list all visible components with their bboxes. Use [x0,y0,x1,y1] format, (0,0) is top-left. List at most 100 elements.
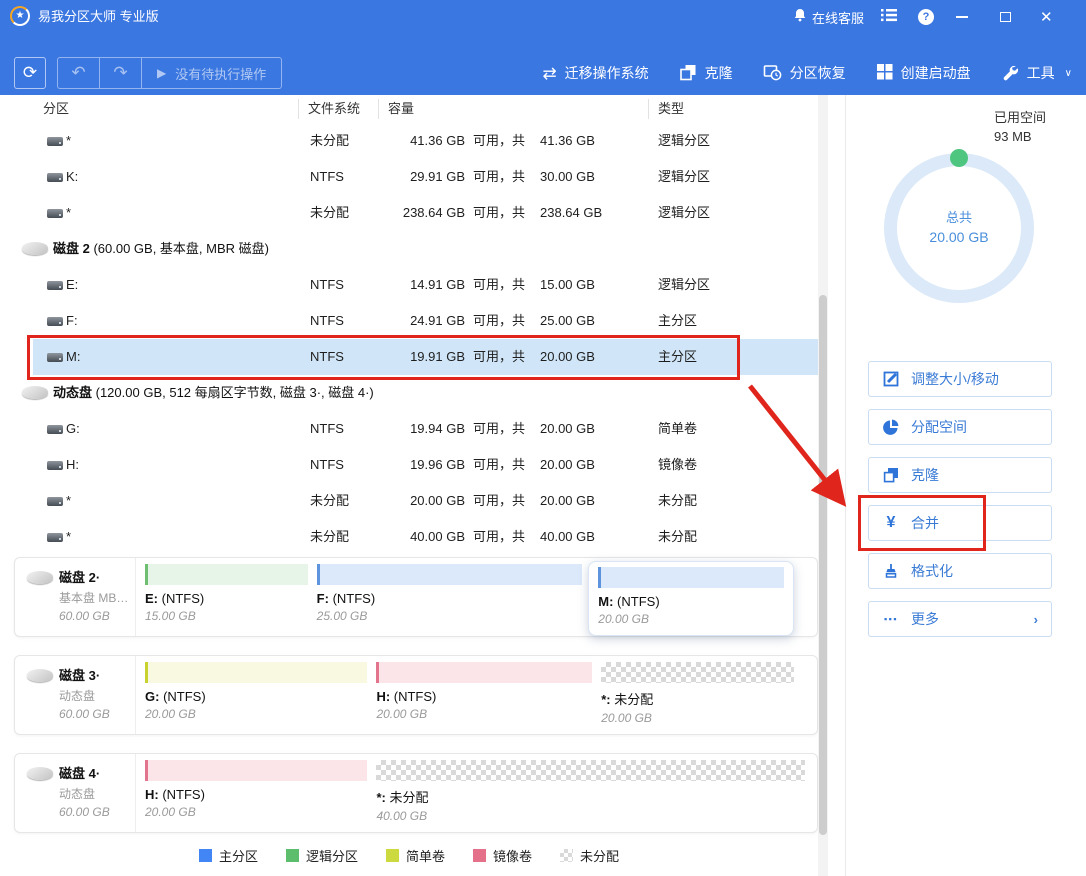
refresh-button[interactable]: ⟳ [14,57,46,89]
partition-name: * [66,483,71,519]
vertical-scrollbar[interactable] [818,95,828,876]
legend-swatch [560,849,573,862]
partition-size: 20.00 GB [145,707,367,721]
chevron-down-icon: ∨ [1065,68,1072,79]
partition-row[interactable]: *未分配40.00 GB可用，共40.00 GB未分配 [33,519,818,555]
free-capacity: 238.64 GB [365,195,465,231]
disk-kind: 动态盘 [59,687,131,704]
format-button[interactable]: 格式化 [868,553,1052,589]
help-icon: ? [918,9,934,25]
legend-item: 逻辑分区 [286,846,358,865]
legend-item: 未分配 [560,846,619,865]
disk-card: 磁盘 3·动态盘60.00 GBG: (NTFS)20.00 GBH: (NTF… [14,655,818,735]
partition-size: 20.00 GB [376,707,592,721]
undo-icon: ↶ [71,63,85,83]
disk-card-label[interactable]: 磁盘 2·基本盘 MBR...60.00 GB [15,558,136,636]
chevron-right-icon: › [1034,612,1038,627]
used-space-dot [950,149,968,167]
partition-row[interactable]: H:NTFS19.96 GB可用，共20.00 GB镜像卷 [33,447,818,483]
disk-name: 磁盘 4· [59,763,131,782]
partition-row[interactable]: K:NTFS29.91 GB可用，共30.00 GB逻辑分区 [33,159,818,195]
partition-block[interactable]: *: 未分配40.00 GB [376,760,804,824]
disk-name: 磁盘 2· [59,567,131,586]
partition-row[interactable]: *未分配41.36 GB可用，共41.36 GB逻辑分区 [33,123,818,159]
partition-size: 20.00 GB [145,805,367,819]
resize-button[interactable]: 调整大小/移动 [868,361,1052,397]
free-capacity: 24.91 GB [365,303,465,339]
more-button[interactable]: ▪▪▪更多› [868,601,1052,637]
partition-row[interactable]: E:NTFS14.91 GB可用，共15.00 GB逻辑分区 [33,267,818,303]
online-support-button[interactable]: 在线客服 [793,0,864,34]
partition-type: 逻辑分区 [658,267,710,303]
partition-block[interactable]: F: (NTFS)25.00 GB [317,564,583,628]
partition-table-header: 分区 文件系统 容量 类型 [0,95,818,123]
windows-grid-icon [876,63,893,83]
maximize-button[interactable] [1000,0,1011,34]
partition-name: K: [66,159,78,195]
partition-block[interactable]: G: (NTFS)20.00 GB [145,662,367,726]
history-group: ↶ ↷ ▶ 没有待执行操作 [57,57,282,89]
partition-bar [598,567,784,588]
partition-name: G: [66,411,80,447]
execute-operations-button[interactable]: ▶ 没有待执行操作 [142,58,281,88]
partition-label: *: 未分配 [376,787,804,806]
partition-block[interactable]: E: (NTFS)15.00 GB [145,564,308,628]
resize-label: 调整大小/移动 [911,369,999,389]
tools-button[interactable]: 工具 ∨ [1001,63,1072,84]
scrollbar-thumb[interactable] [819,295,827,835]
allocate-button[interactable]: 分配空间 [868,409,1052,445]
partition-block[interactable]: M: (NTFS)20.00 GB [588,561,794,636]
partition-type: 未分配 [658,483,697,519]
disk-icon [27,669,53,682]
menu-list-button[interactable] [881,0,897,34]
partition-block[interactable]: H: (NTFS)20.00 GB [376,662,592,726]
disk-name: 磁盘 3· [59,665,131,684]
partition-type: 主分区 [658,339,697,375]
disk-group-row[interactable]: 磁盘 2 (60.00 GB, 基本盘, MBR 磁盘) [8,231,818,267]
partition-label: M: (NTFS) [598,594,784,609]
main-panel: 分区 文件系统 容量 类型 *未分配41.36 GB可用，共41.36 GB逻辑… [0,95,846,876]
partition-recovery-label: 分区恢复 [790,63,846,83]
partition-name: * [66,519,71,555]
maximize-icon [1000,12,1011,22]
clone-button[interactable]: 克隆 [868,457,1052,493]
partition-recovery-button[interactable]: 分区恢复 [763,63,846,84]
partition-row[interactable]: *未分配238.64 GB可用，共238.64 GB逻辑分区 [33,195,818,231]
partition-row[interactable]: F:NTFS24.91 GB可用，共25.00 GB主分区 [33,303,818,339]
total-space-label: 总共 20.00 GB [884,207,1034,245]
partition-row[interactable]: *未分配20.00 GB可用，共20.00 GB未分配 [33,483,818,519]
capacity-separator: 可用，共 [473,447,525,483]
partition-block[interactable]: *: 未分配20.00 GB [601,662,794,726]
clone-toolbar-button[interactable]: 克隆 [679,63,733,84]
partition-row[interactable]: G:NTFS19.94 GB可用，共20.00 GB简单卷 [33,411,818,447]
disk-card: 磁盘 2·基本盘 MBR...60.00 GBE: (NTFS)15.00 GB… [14,557,818,637]
legend: 主分区逻辑分区简单卷镜像卷未分配 [0,846,818,865]
disk-card-label[interactable]: 磁盘 4·动态盘60.00 GB [15,754,136,832]
wrench-icon [1001,63,1019,84]
disk-card-text: 磁盘 3·动态盘60.00 GB [59,665,131,721]
disk-card-label[interactable]: 磁盘 3·动态盘60.00 GB [15,656,136,734]
partition-row[interactable]: M:NTFS19.91 GB可用，共20.00 GB主分区 [33,339,818,375]
close-button[interactable]: ✕ [1040,0,1053,34]
filesystem-value: 未分配 [310,483,349,519]
total-capacity: 20.00 GB [540,411,595,447]
title-bar: ★ 易我分区大师 专业版 在线客服 ? ✕ [0,0,1086,34]
free-capacity: 20.00 GB [365,483,465,519]
partition-block[interactable]: H: (NTFS)20.00 GB [145,760,367,824]
filesystem-value: 未分配 [310,195,349,231]
partition-name: H: [66,447,79,483]
disk-group-row[interactable]: 动态盘 (120.00 GB, 512 每扇区字节数, 磁盘 3·, 磁盘 4·… [8,375,818,411]
merge-icon: ¥ [882,515,900,531]
undo-button[interactable]: ↶ [58,58,100,88]
merge-button[interactable]: ¥合并 [868,505,1052,541]
create-boot-disk-button[interactable]: 创建启动盘 [876,63,971,83]
redo-button[interactable]: ↷ [100,58,142,88]
format-label: 格式化 [911,561,953,581]
capacity-separator: 可用，共 [473,303,525,339]
help-button[interactable]: ? [918,0,934,34]
partition-name: E: [66,267,78,303]
partition-bar [145,564,308,585]
minimize-button[interactable] [956,0,968,34]
migrate-os-button[interactable]: ⇄ 迁移操作系统 [542,63,648,83]
partition-name: * [66,123,71,159]
